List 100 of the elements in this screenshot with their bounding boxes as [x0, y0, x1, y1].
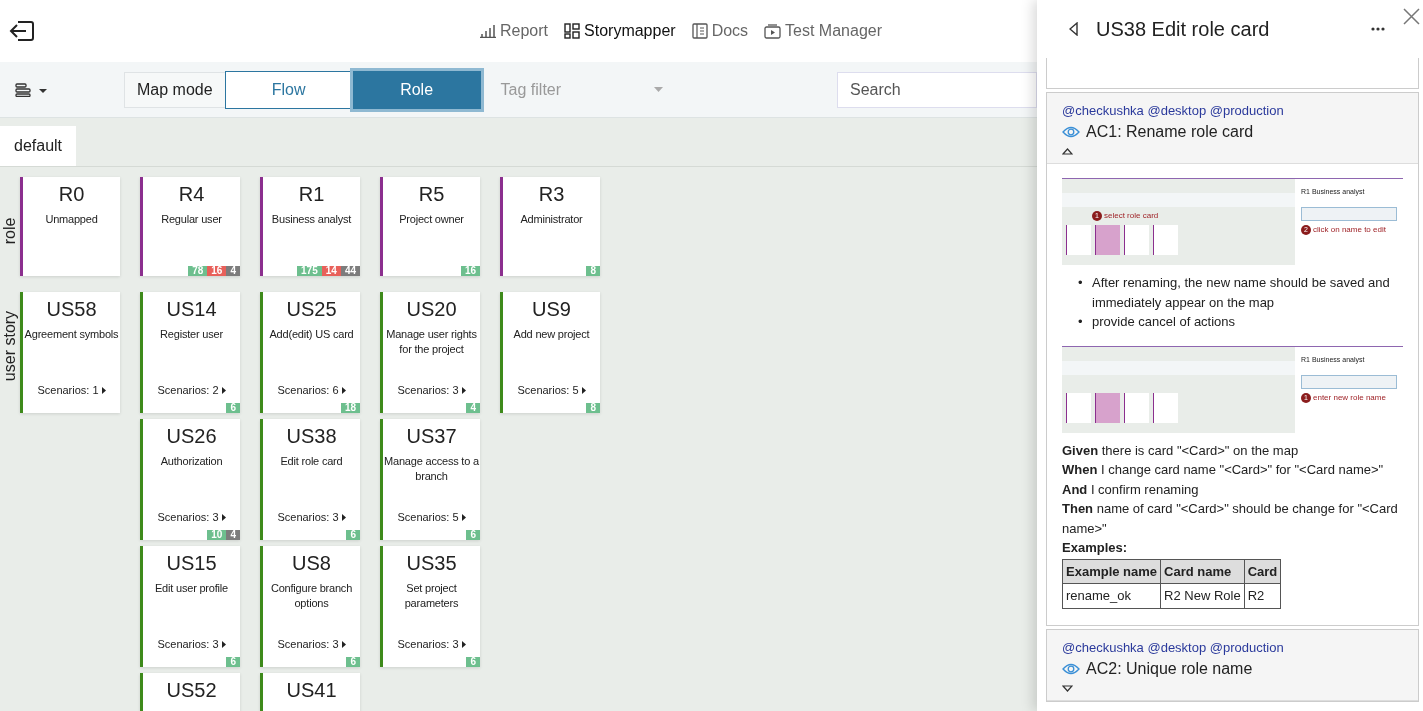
- table-cell: rename_ok: [1062, 583, 1161, 608]
- card-code: R5: [417, 183, 446, 206]
- scenarios-link[interactable]: Scenarios: 3: [143, 511, 240, 523]
- card-code: US20: [405, 298, 458, 321]
- nav-link[interactable]: Report: [480, 22, 549, 40]
- result-count: 10: [207, 530, 227, 540]
- story-card[interactable]: US26 Authorization Scenarios: 3 10 4: [140, 419, 240, 540]
- card-title: Edit role card: [279, 454, 344, 469]
- card-code: US15: [165, 552, 218, 575]
- column-header: Example name: [1062, 559, 1161, 584]
- scenarios-link[interactable]: Scenarios: 3: [263, 638, 360, 650]
- story-card[interactable]: US8 Configure branch options Scenarios: 3 6: [260, 546, 360, 667]
- nav-link[interactable]: Test Manager: [764, 22, 882, 40]
- more-icon[interactable]: [1371, 27, 1385, 31]
- card-code: US58: [45, 298, 98, 321]
- card-code: R4: [177, 183, 206, 206]
- scenarios-link[interactable]: Scenarios: 3: [383, 638, 480, 650]
- story-card[interactable]: US37 Manage access to a branch Scenarios: 5 6: [380, 419, 480, 540]
- step-line: And I confirm renaming: [1062, 480, 1200, 499]
- caret-icon: [654, 87, 663, 92]
- annotation: click on name to edit: [1313, 225, 1386, 235]
- scenarios-link[interactable]: Scenarios: 5: [383, 511, 480, 523]
- story-card[interactable]: US38 Edit role card Scenarios: 3 6: [260, 419, 360, 540]
- card-drawing: [1153, 225, 1178, 255]
- story-card[interactable]: US9 Add new project Scenarios: 5 8: [500, 292, 600, 413]
- caret-icon: [101, 386, 106, 394]
- card-drawing: [1095, 225, 1120, 255]
- story-card[interactable]: R0 Unmapped: [20, 177, 120, 276]
- result-count: 78: [188, 266, 208, 276]
- card-title: Manage access to a branch: [383, 454, 480, 484]
- card-code: R0: [57, 183, 86, 206]
- scenarios-link[interactable]: Scenarios: 1: [23, 384, 120, 396]
- search-field[interactable]: Search: [837, 71, 1037, 108]
- card-title: Manage user rights for the project: [385, 327, 478, 357]
- eye-icon[interactable]: [1062, 662, 1080, 675]
- nav-link[interactable]: Storymapper: [564, 22, 676, 40]
- result-count: 16: [460, 266, 480, 276]
- card-drawing: [1153, 392, 1178, 423]
- expand-icon[interactable]: [1062, 684, 1073, 692]
- story-card[interactable]: US52: [140, 673, 240, 711]
- story-card[interactable]: US25 Add(edit) US card Scenarios: 6 18: [260, 292, 360, 413]
- scenarios-link[interactable]: Scenarios: 5: [503, 384, 600, 396]
- tab[interactable]: default: [0, 126, 77, 166]
- story-card[interactable]: US15 Edit user profile Scenarios: 3 6: [140, 546, 240, 667]
- card-drawing: [1066, 225, 1091, 255]
- card-code: US26: [165, 425, 218, 448]
- examples-heading: Examples:: [1062, 539, 1129, 557]
- story-card[interactable]: US35 Set project parameters Scenarios: 3 6: [380, 546, 480, 667]
- card-title: Add(edit) US card: [268, 327, 355, 342]
- story-card[interactable]: R1 Business analyst 175 14 44: [260, 177, 360, 276]
- result-count: 6: [346, 530, 360, 540]
- result-count: 4: [226, 266, 240, 276]
- step-line: When I change card name "<Card>" for "<Card name>": [1062, 461, 1385, 479]
- card-title: Add new project: [512, 327, 591, 342]
- tag-list: @checkushka @desktop @production: [1062, 638, 1403, 657]
- table-cell: R2 New Role: [1160, 583, 1245, 608]
- story-card[interactable]: US41: [260, 673, 360, 711]
- scenarios-link[interactable]: Scenarios: 3: [143, 638, 240, 650]
- exit-icon[interactable]: [8, 19, 36, 43]
- result-count: 6: [466, 657, 480, 667]
- table-cell: R2: [1244, 583, 1281, 608]
- mode-toggle[interactable]: Flow: [224, 70, 353, 109]
- result-count: 14: [321, 266, 341, 276]
- result-count: 6: [346, 657, 360, 667]
- list-item: provide cancel of actions: [1092, 313, 1236, 331]
- close-icon[interactable]: [1403, 8, 1420, 25]
- nav-link[interactable]: Docs: [691, 22, 749, 40]
- card-code: US52: [165, 679, 218, 702]
- annotation: select role card: [1104, 211, 1159, 221]
- bar-chart-icon: [480, 24, 496, 38]
- card-code: US25: [285, 298, 338, 321]
- result-count: 8: [586, 266, 600, 276]
- caret-icon: [341, 386, 346, 394]
- mode-toggle[interactable]: Role: [352, 70, 481, 109]
- story-card[interactable]: US58 Agreement symbols Scenarios: 1: [20, 292, 120, 413]
- card-code: US37: [405, 425, 458, 448]
- collapse-icon[interactable]: [1062, 148, 1073, 155]
- result-count: 16: [207, 266, 227, 276]
- bullet: •: [1078, 274, 1084, 292]
- story-card[interactable]: R3 Administrator 8: [500, 177, 600, 276]
- scenarios-link[interactable]: Scenarios: 2: [143, 384, 240, 396]
- back-icon[interactable]: [1069, 22, 1078, 36]
- story-card[interactable]: US20 Manage user rights for the project Scenarios: 3 4: [380, 292, 480, 413]
- caret-icon: [221, 640, 226, 648]
- scenarios-link[interactable]: Scenarios: 6: [263, 384, 360, 396]
- story-card[interactable]: US14 Register user Scenarios: 2 6: [140, 292, 240, 413]
- lane-label: role: [1, 217, 19, 245]
- scenarios-link[interactable]: Scenarios: 3: [263, 511, 360, 523]
- scenarios-link[interactable]: Scenarios: 3: [383, 384, 480, 396]
- caret-icon: [221, 513, 226, 521]
- card-code: US38: [285, 425, 338, 448]
- column-header: Card name: [1160, 559, 1245, 584]
- layers-dropdown-button[interactable]: [15, 82, 49, 97]
- story-card[interactable]: R4 Regular user 78 16 4: [140, 177, 240, 276]
- result-count: 6: [226, 657, 240, 667]
- eye-icon[interactable]: [1062, 126, 1080, 138]
- caret-icon: [341, 640, 346, 648]
- lane-label: user story: [1, 310, 19, 382]
- caret-icon: [221, 386, 226, 394]
- story-card[interactable]: R5 Project owner 16: [380, 177, 480, 276]
